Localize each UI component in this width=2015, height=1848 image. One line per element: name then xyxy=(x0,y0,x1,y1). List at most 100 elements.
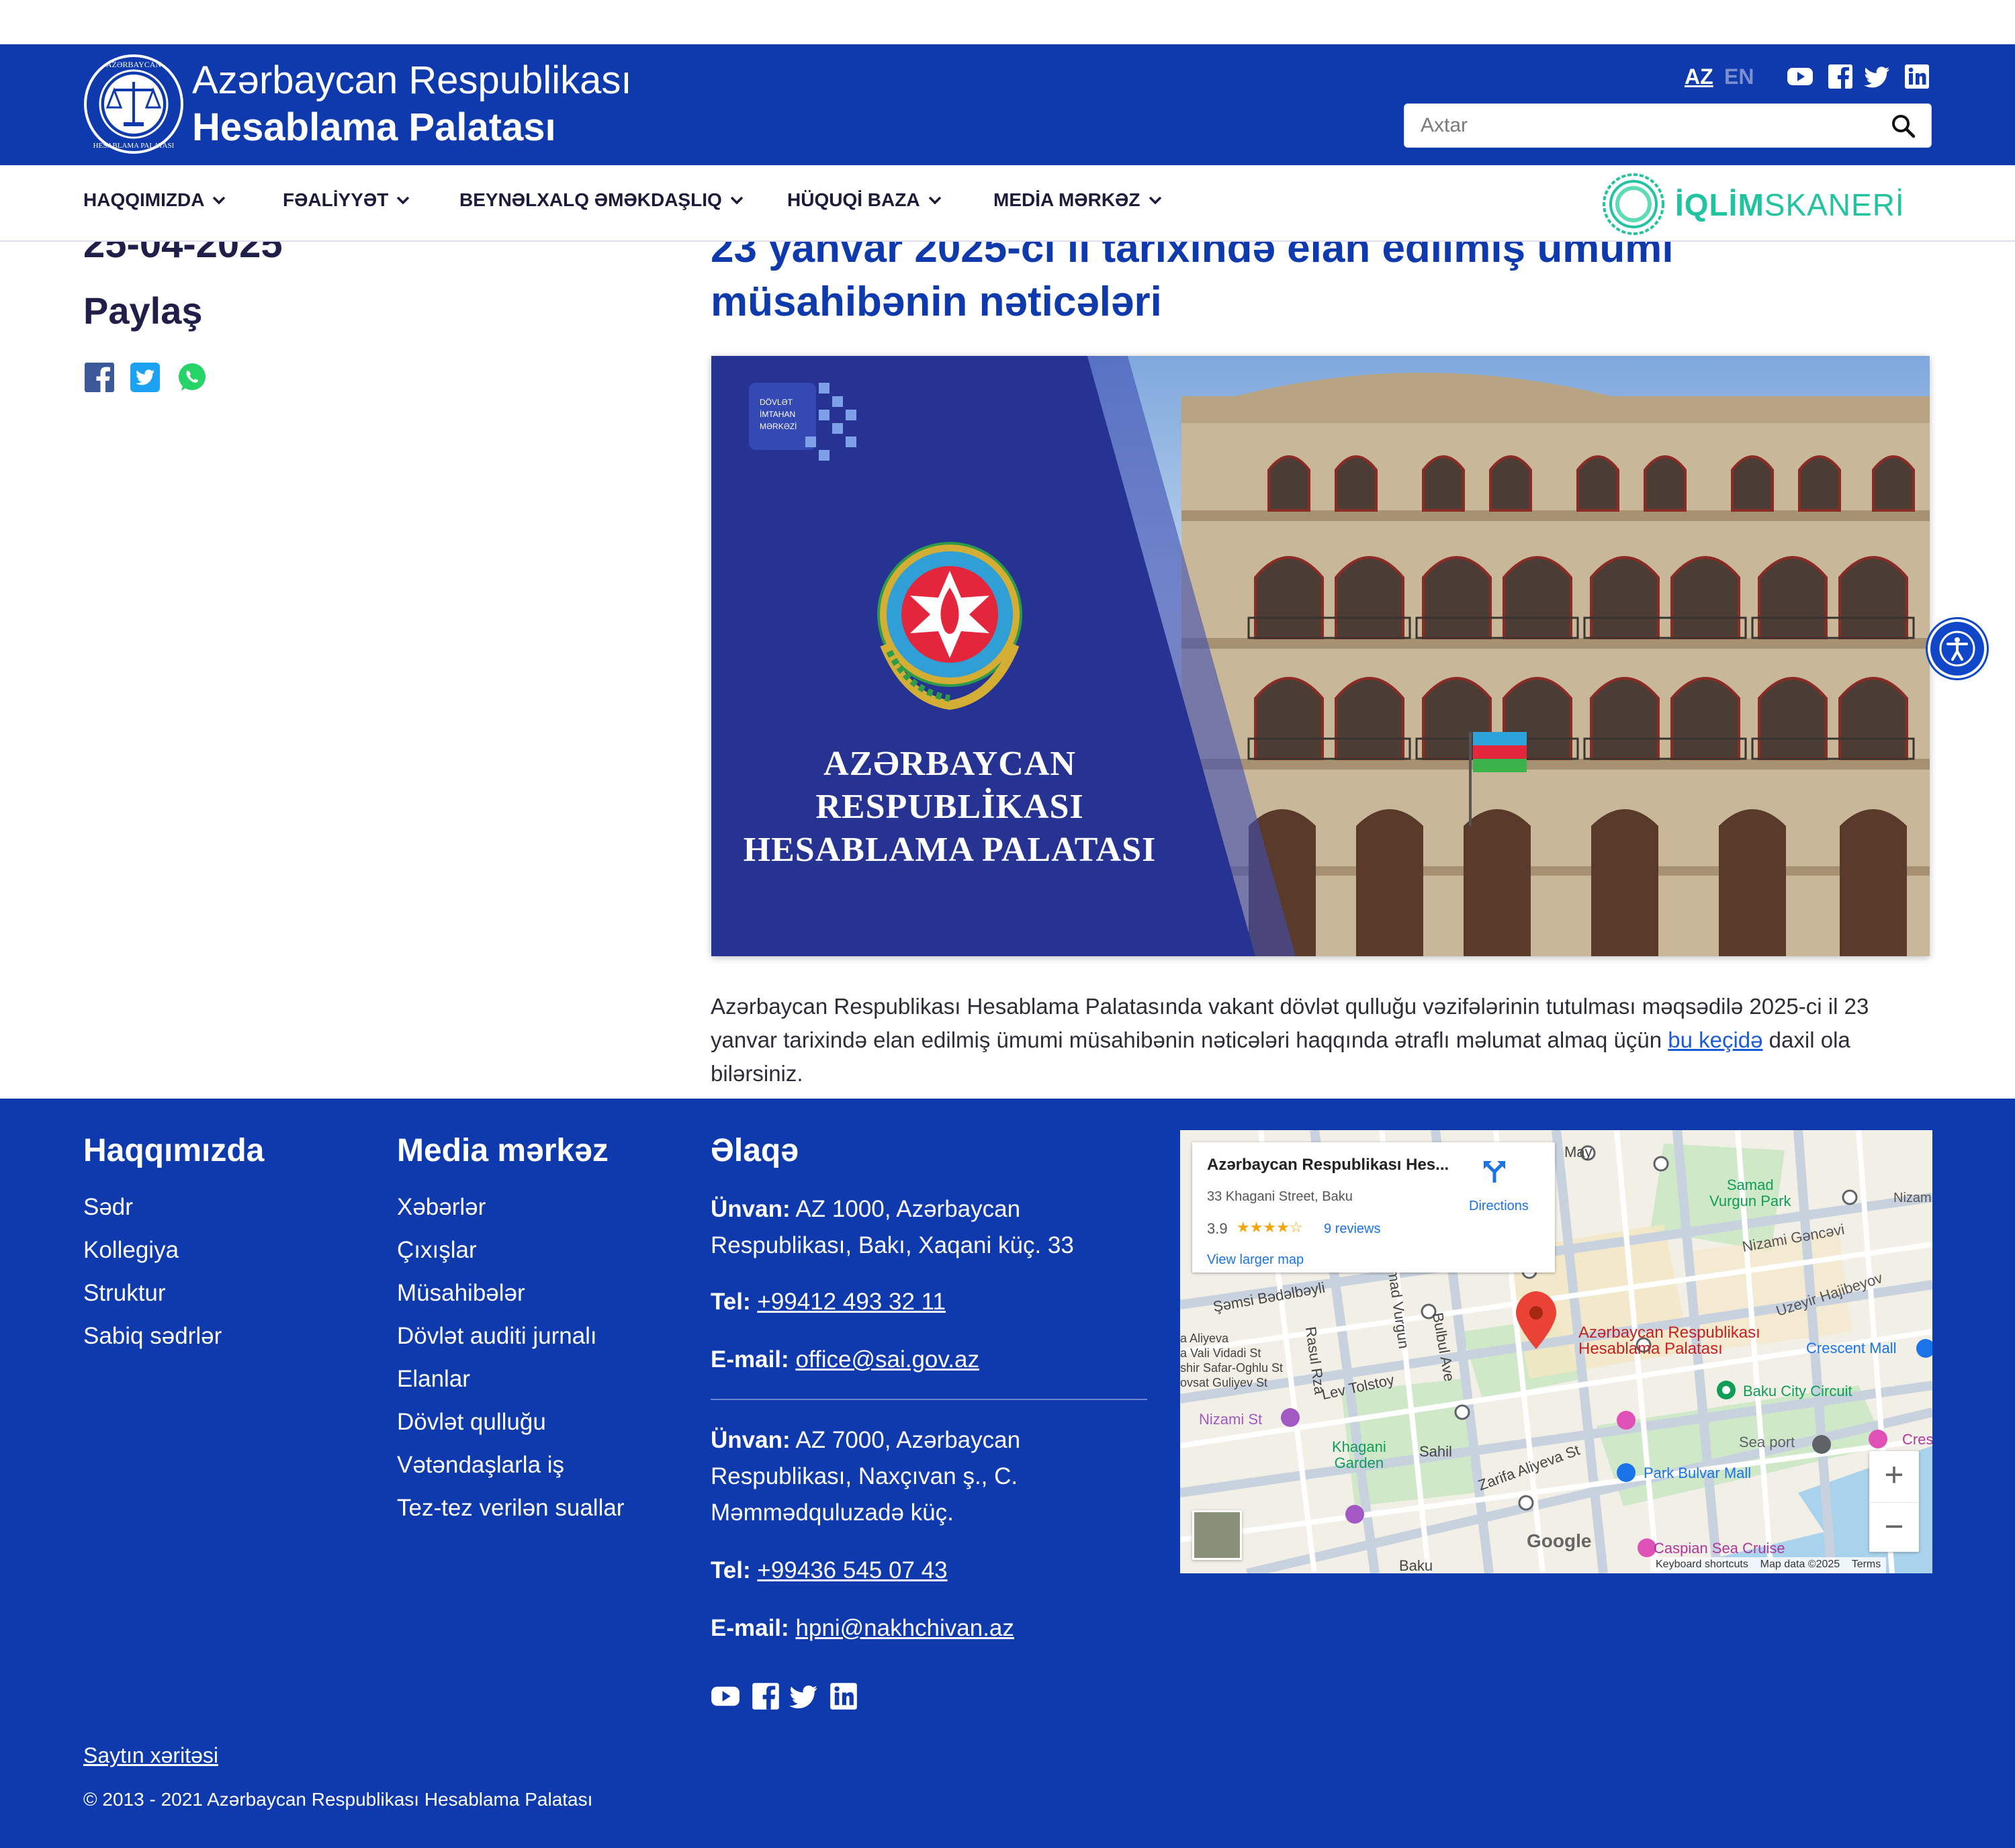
share-twitter-icon[interactable] xyxy=(129,361,161,394)
language-az-link[interactable]: AZ xyxy=(1685,64,1713,89)
footer-twitter-icon[interactable] xyxy=(789,1681,819,1711)
linkedin-icon[interactable] xyxy=(1904,63,1930,90)
map-label-park-bulvar: Park Bulvar Mall xyxy=(1644,1465,1752,1481)
footer-facebook-icon[interactable] xyxy=(751,1681,780,1711)
brand-title-line2[interactable]: Hesablama Palatası xyxy=(192,105,556,150)
nav-item-label: BEYNƏLXALQ ƏMƏKDAŞLIQ xyxy=(459,189,722,210)
footer-link-structure[interactable]: Struktur xyxy=(83,1280,166,1307)
map-reviews-link[interactable]: 9 reviews xyxy=(1324,1221,1380,1237)
footer-about-heading: Haqqımızda xyxy=(83,1133,265,1168)
article-body: Azərbaycan Respublikası Hesablama Palata… xyxy=(711,990,1940,1091)
exam-center-logo-text: DÖVLƏT İMTAHAN MƏRKƏZİ xyxy=(760,398,797,431)
contact-divider xyxy=(711,1399,1147,1400)
search-box xyxy=(1404,103,1932,148)
map-zoom-out-button[interactable]: − xyxy=(1869,1502,1919,1552)
nav-item-legal[interactable]: HÜQUQİ BAZA xyxy=(787,189,943,211)
contact-address-baku: Ünvan: AZ 1000, Azərbaycan Respublikası,… xyxy=(711,1191,1140,1264)
facebook-icon[interactable] xyxy=(1827,63,1854,90)
nav-item-label: HÜQUQİ BAZA xyxy=(787,189,920,210)
map-label-cres-right: Cres xyxy=(1902,1431,1932,1448)
map-place-address: 33 Khagani Street, Baku xyxy=(1207,1189,1353,1204)
map-larger-link[interactable]: View larger map xyxy=(1207,1252,1304,1268)
keyboard-shortcuts-link[interactable]: Keyboard shortcuts xyxy=(1656,1559,1748,1570)
footer-link-civil-service[interactable]: Dövlət qulluğu xyxy=(397,1409,546,1436)
nav-item-media[interactable]: MEDİA MƏRKƏZ xyxy=(993,189,1163,211)
map-label-samad-park: Samad Vurgun Park xyxy=(1709,1176,1791,1209)
map-label-caspian-cruise: Caspian Sea Cruise xyxy=(1654,1540,1785,1557)
accessibility-button[interactable] xyxy=(1928,619,1987,678)
copyright-text: © 2013 - 2021 Azərbaycan Respublikası He… xyxy=(83,1789,593,1810)
footer-link-faq[interactable]: Tez-tez verilən suallar xyxy=(397,1495,624,1522)
footer-link-news[interactable]: Xəbərlər xyxy=(397,1194,486,1221)
twitter-icon[interactable] xyxy=(1864,63,1891,90)
iqlim-logo-part1: İQLİM xyxy=(1675,187,1764,222)
directions-icon[interactable] xyxy=(1481,1157,1508,1184)
map-attribution: Keyboard shortcuts Map data ©2025 Terms xyxy=(1650,1557,1887,1573)
tel-label: Tel: xyxy=(711,1289,751,1315)
iqlim-skaneri-logo-text[interactable]: İQLİMSKANERİ xyxy=(1675,187,1905,223)
map-place-title[interactable]: Azərbaycan Respublikası Hes... xyxy=(1207,1156,1449,1174)
contact-tel-nakhchivan: Tel: +99436 545 07 43 xyxy=(711,1553,1140,1589)
nav-item-activity[interactable]: FƏALİYYƏT xyxy=(283,189,411,211)
search-icon[interactable] xyxy=(1891,113,1916,139)
footer-link-announcements[interactable]: Elanlar xyxy=(397,1366,470,1393)
nav-item-label: HAQQIMIZDA xyxy=(83,189,205,210)
share-whatsapp-icon[interactable] xyxy=(176,361,208,394)
email-link[interactable]: office@sai.gov.az xyxy=(795,1346,979,1373)
footer-link-former-chairmen[interactable]: Sabiq sədrlər xyxy=(83,1323,222,1350)
footer-contact-heading: Əlaqə xyxy=(711,1133,799,1168)
tel-link[interactable]: +99436 545 07 43 xyxy=(757,1557,947,1583)
map-label-vali-vidadi: a Vali Vidadi St xyxy=(1180,1346,1261,1360)
map-label-sea-port: Sea port xyxy=(1739,1434,1795,1450)
chevron-down-icon xyxy=(397,196,410,205)
map-directions-label[interactable]: Directions xyxy=(1469,1199,1529,1214)
map-zoom-in-button[interactable]: + xyxy=(1869,1451,1919,1501)
nav-item-label: MEDİA MƏRKƏZ xyxy=(993,189,1140,210)
footer-link-journal[interactable]: Dövlət auditi jurnalı xyxy=(397,1323,597,1350)
footer-youtube-icon[interactable] xyxy=(711,1681,740,1711)
hero-caption-line1: AZƏRBAYCAN xyxy=(823,745,1076,783)
map-data-text: Map data ©2025 xyxy=(1760,1559,1840,1570)
footer-link-speeches[interactable]: Çıxışlar xyxy=(397,1237,477,1264)
map-label-khagani-garden: Khagani Garden xyxy=(1332,1438,1386,1471)
tel-link[interactable]: +99412 493 32 11 xyxy=(757,1289,946,1315)
share-facebook-icon[interactable] xyxy=(83,361,116,394)
accessibility-icon xyxy=(1939,631,1975,667)
map-pin-label-line2: Hesablama Palatası xyxy=(1578,1340,1723,1358)
address-label: Ünvan: xyxy=(711,1196,791,1222)
nav-item-label: FƏALİYYƏT xyxy=(283,189,389,210)
chamber-emblem-icon[interactable]: AZƏRBAYCAN HESABLAMA PALATASI xyxy=(83,54,184,154)
youtube-icon[interactable] xyxy=(1787,63,1814,90)
map-satellite-toggle[interactable] xyxy=(1192,1510,1242,1560)
nav-item-international[interactable]: BEYNƏLXALQ ƏMƏKDAŞLIQ xyxy=(459,189,745,211)
footer-link-board[interactable]: Kollegiya xyxy=(83,1237,179,1264)
chevron-down-icon xyxy=(730,196,744,205)
hero-caption-line3: HESABLAMA PALATASI xyxy=(743,831,1157,869)
map-rating-stars: ★★★★☆ xyxy=(1237,1219,1303,1236)
email-link[interactable]: hpni@nakhchivan.az xyxy=(795,1615,1014,1641)
chevron-down-icon xyxy=(1149,196,1161,205)
footer-link-citizens[interactable]: Vətəndaşlarla iş xyxy=(397,1452,564,1479)
map-label-guliyev: ovsat Guliyev St xyxy=(1180,1376,1268,1389)
google-map-embed[interactable]: Azərbaycan Respublikası Hesablama Palatas… xyxy=(1180,1130,1932,1573)
footer-link-interviews[interactable]: Müsahibələr xyxy=(397,1280,525,1307)
iqlim-logo-part2: SKANERİ xyxy=(1764,187,1905,222)
brand-title-line1[interactable]: Azərbaycan Respublikası xyxy=(192,58,631,103)
terms-link[interactable]: Terms xyxy=(1852,1559,1881,1570)
footer-linkedin-icon[interactable] xyxy=(829,1681,858,1711)
map-pin-label-line1: Azərbaycan Respublikası xyxy=(1578,1324,1760,1342)
language-en-link[interactable]: EN xyxy=(1724,64,1754,89)
iqlim-skaneri-logo-icon[interactable] xyxy=(1600,171,1667,238)
email-label: E-mail: xyxy=(711,1615,789,1641)
nav-item-about[interactable]: HAQQIMIZDA xyxy=(83,189,227,211)
map-label-safar-oglu: shir Safar-Oghlu St xyxy=(1180,1361,1284,1375)
map-rating-value: 3.9 xyxy=(1207,1220,1228,1237)
article-body-link[interactable]: bu keçidə xyxy=(1668,1027,1762,1052)
map-pin-label: Azərbaycan Respublikası Hesablama Palatas… xyxy=(1578,1325,1760,1357)
map-info-card: Azərbaycan Respublikası Hes... 33 Khagan… xyxy=(1192,1142,1555,1273)
map-label-aliyeva: a Aliyeva xyxy=(1180,1332,1229,1345)
search-input[interactable] xyxy=(1421,104,1877,147)
footer-link-chairman[interactable]: Sədr xyxy=(83,1194,133,1221)
sitemap-link[interactable]: Saytın xəritəsi xyxy=(83,1743,218,1768)
email-label: E-mail: xyxy=(711,1346,789,1373)
